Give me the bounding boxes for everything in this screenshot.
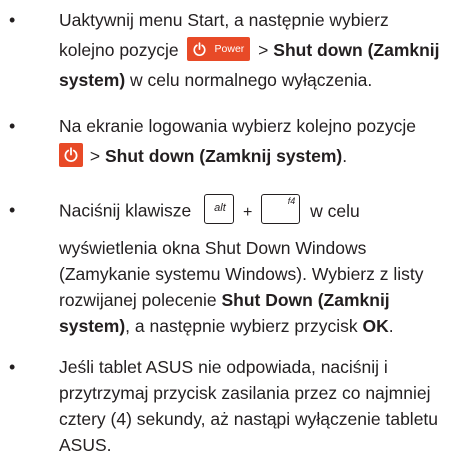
- power-label: Power: [214, 43, 245, 56]
- power-button: [59, 143, 83, 168]
- bullet: •: [9, 357, 16, 377]
- bullet: •: [9, 10, 16, 30]
- text: przytrzymaj przycisk zasilania przez co …: [59, 383, 431, 403]
- bold-text: Shut down (Zamknij system): [104, 146, 343, 166]
- text-line: Na ekranie logowania wybierz kolejno poz…: [59, 113, 416, 139]
- text-line: > Shut down (Zamknij system).: [59, 143, 347, 169]
- text: ASUS.: [59, 435, 112, 455]
- text-line: Uaktywnij menu Start, a następnie wybier…: [59, 7, 389, 33]
- text: cztery (4) sekundy, aż nastąpi wyłączeni…: [59, 409, 439, 429]
- text-line: kolejno pozycje Power > Shut down (Zamkn…: [59, 37, 440, 63]
- text-line: wyświetlenia okna Shut Down Windows: [59, 235, 366, 261]
- text-line: system), a następnie wybierz przycisk OK…: [59, 313, 394, 339]
- text: >: [89, 146, 101, 166]
- bold-text: OK: [362, 316, 389, 336]
- text-line: cztery (4) sekundy, aż nastąpi wyłączeni…: [59, 406, 438, 432]
- text: w celu: [310, 200, 360, 221]
- bold-text: system): [59, 70, 126, 90]
- bullet: •: [9, 200, 16, 220]
- key-label: f4: [287, 196, 296, 206]
- text-line: rozwijanej polecenie Shut Down (Zamknij: [59, 287, 390, 313]
- text-line: system) w celu normalnego wyłączenia.: [59, 67, 372, 93]
- text-line: ASUS.: [59, 432, 112, 458]
- power-menu-button: Power: [186, 37, 251, 62]
- plus-sign: +: [243, 203, 253, 221]
- text: .: [388, 316, 394, 336]
- text-line: przytrzymaj przycisk zasilania przez co …: [59, 380, 431, 406]
- bold-text: Shut down (Zamknij: [273, 40, 440, 60]
- text: Na ekranie logowania wybierz kolejno poz…: [59, 116, 416, 136]
- text: .: [342, 146, 348, 166]
- text: Uaktywnij menu Start, a następnie wybier…: [59, 10, 389, 30]
- text: Naciśnij klawisze: [59, 200, 192, 221]
- text-line: Naciśnij klawisze alt + f4 w celu: [59, 194, 360, 224]
- power-icon: [192, 42, 206, 56]
- text: kolejno pozycje: [59, 40, 179, 60]
- text: >: [258, 40, 269, 60]
- alt-key: alt: [204, 194, 235, 224]
- key-label: alt: [214, 202, 226, 214]
- bold-text: Shut Down (Zamknij: [221, 290, 390, 310]
- text-line: (Zamykanie systemu Windows). Wybierz z l…: [59, 261, 424, 287]
- text: (Zamykanie systemu Windows). Wybierz z l…: [59, 264, 424, 284]
- power-icon: [64, 147, 78, 163]
- text: , a następnie wybierz przycisk: [125, 316, 358, 336]
- text: Jeśli tablet ASUS nie odpowiada, naciśni…: [59, 357, 388, 377]
- f4-key: f4: [261, 194, 301, 224]
- bold-text: system): [59, 316, 126, 336]
- bullet: •: [9, 116, 16, 136]
- text: w celu normalnego wyłączenia.: [130, 70, 373, 90]
- text: wyświetlenia okna Shut Down Windows: [59, 238, 367, 258]
- text: rozwijanej polecenie: [59, 290, 217, 310]
- text-line: Jeśli tablet ASUS nie odpowiada, naciśni…: [59, 354, 388, 380]
